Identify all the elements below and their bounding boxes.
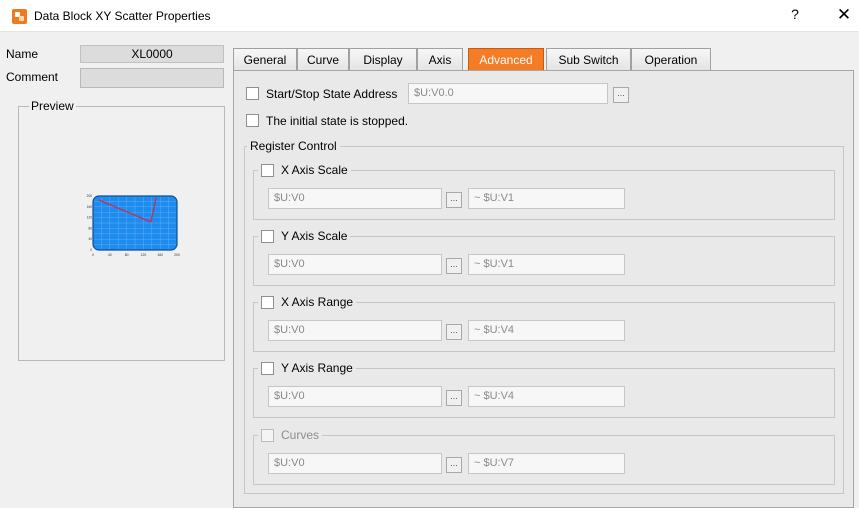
x-axis-range-from-field[interactable]: $U:V0 (268, 320, 442, 341)
x-axis-range-group: X Axis Range $U:V0 ... ~ $U:V4 (253, 295, 835, 352)
x-axis-range-label: X Axis Range (281, 295, 354, 309)
y-axis-range-to-field: ~ $U:V4 (468, 386, 625, 407)
y-axis-range-group: Y Axis Range $U:V0 ... ~ $U:V4 (253, 361, 835, 418)
x-axis-scale-group: X Axis Scale $U:V0 ... ~ $U:V1 (253, 163, 835, 220)
start-stop-address-field[interactable]: $U:V0.0 (408, 83, 608, 104)
preview-x-tick: 200 (174, 253, 180, 257)
preview-x-ticks: 0 40 80 120 160 200 (92, 253, 180, 257)
help-button[interactable]: ? (783, 6, 807, 26)
advanced-panel: Start/Stop State Address $U:V0.0 ... The… (233, 70, 854, 508)
ellipsis-icon[interactable]: ... (446, 324, 462, 340)
x-axis-range-to-field: ~ $U:V4 (468, 320, 625, 341)
window-title: Data Block XY Scatter Properties (34, 9, 211, 23)
preview-x-tick: 160 (157, 253, 163, 257)
preview-x-tick: 0 (92, 253, 94, 257)
tab-curve[interactable]: Curve (297, 48, 349, 71)
x-axis-scale-from-field[interactable]: $U:V0 (268, 188, 442, 209)
y-axis-scale-title: Y Axis Scale (258, 229, 351, 245)
preview-y-tick: 80 (88, 226, 92, 230)
app-icon (12, 9, 27, 24)
preview-y-tick: 0 (90, 248, 92, 252)
y-axis-range-checkbox[interactable] (261, 362, 274, 375)
ellipsis-icon[interactable]: ... (446, 390, 462, 406)
tab-display[interactable]: Display (349, 48, 417, 71)
y-axis-range-from-field[interactable]: $U:V0 (268, 386, 442, 407)
register-control-title: Register Control (247, 139, 340, 155)
initial-stopped-checkbox[interactable] (246, 114, 259, 127)
comment-label: Comment (6, 70, 59, 84)
x-axis-scale-checkbox[interactable] (261, 164, 274, 177)
ellipsis-icon[interactable]: ... (446, 457, 462, 473)
x-axis-scale-title: X Axis Scale (258, 163, 351, 179)
start-stop-label: Start/Stop State Address (266, 87, 398, 101)
curves-title: Curves (258, 428, 323, 444)
tab-advanced[interactable]: Advanced (468, 48, 544, 71)
ellipsis-icon[interactable]: ... (446, 192, 462, 208)
curves-group: Curves $U:V0 ... ~ $U:V7 (253, 428, 835, 485)
preview-y-tick: 160 (87, 205, 93, 209)
initial-stopped-label: The initial state is stopped. (266, 114, 409, 128)
left-panel: Name XL0000 Comment Preview 200 160 120 80 4… (0, 33, 232, 508)
comment-field[interactable] (80, 68, 224, 88)
tab-operation[interactable]: Operation (631, 48, 711, 71)
x-axis-scale-label: X Axis Scale (281, 163, 348, 177)
preview-x-tick: 80 (125, 253, 129, 257)
y-axis-scale-to-field: ~ $U:V1 (468, 254, 625, 275)
preview-y-ticks: 200 160 120 80 40 0 (87, 194, 93, 252)
y-axis-scale-from-field[interactable]: $U:V0 (268, 254, 442, 275)
y-axis-scale-checkbox[interactable] (261, 230, 274, 243)
preview-y-tick: 200 (87, 194, 93, 198)
y-axis-scale-label: Y Axis Scale (281, 229, 348, 243)
ellipsis-icon[interactable]: ... (446, 258, 462, 274)
x-axis-range-checkbox[interactable] (261, 296, 274, 309)
curves-to-field: ~ $U:V7 (468, 453, 625, 474)
y-axis-range-title: Y Axis Range (258, 361, 356, 377)
x-axis-range-title: X Axis Range (258, 295, 357, 311)
preview-x-tick: 120 (141, 253, 147, 257)
preview-x-tick: 40 (108, 253, 112, 257)
curves-checkbox[interactable] (261, 429, 274, 442)
title-bar: Data Block XY Scatter Properties ? ✕ (0, 0, 859, 32)
tab-sub-switch[interactable]: Sub Switch (546, 48, 631, 71)
register-control-label: Register Control (250, 139, 337, 153)
start-stop-checkbox[interactable] (246, 87, 259, 100)
y-axis-scale-group: Y Axis Scale $U:V0 ... ~ $U:V1 (253, 229, 835, 286)
name-label: Name (6, 47, 39, 61)
preview-y-tick: 120 (87, 216, 93, 220)
preview-group: Preview 200 160 120 80 40 0 0 40 80 120 160 200 (18, 99, 225, 361)
name-field: XL0000 (80, 45, 224, 63)
y-axis-range-label: Y Axis Range (281, 361, 353, 375)
curves-from-field[interactable]: $U:V0 (268, 453, 442, 474)
preview-y-tick: 40 (88, 237, 92, 241)
tab-axis[interactable]: Axis (417, 48, 463, 71)
close-button[interactable]: ✕ (833, 5, 855, 27)
preview-chart: 200 160 120 80 40 0 0 40 80 120 160 200 (87, 194, 180, 257)
ellipsis-icon[interactable]: ... (613, 87, 629, 103)
preview-label: Preview (29, 99, 76, 113)
curves-label: Curves (281, 428, 320, 442)
x-axis-scale-to-field: ~ $U:V1 (468, 188, 625, 209)
tab-general[interactable]: General (233, 48, 297, 71)
